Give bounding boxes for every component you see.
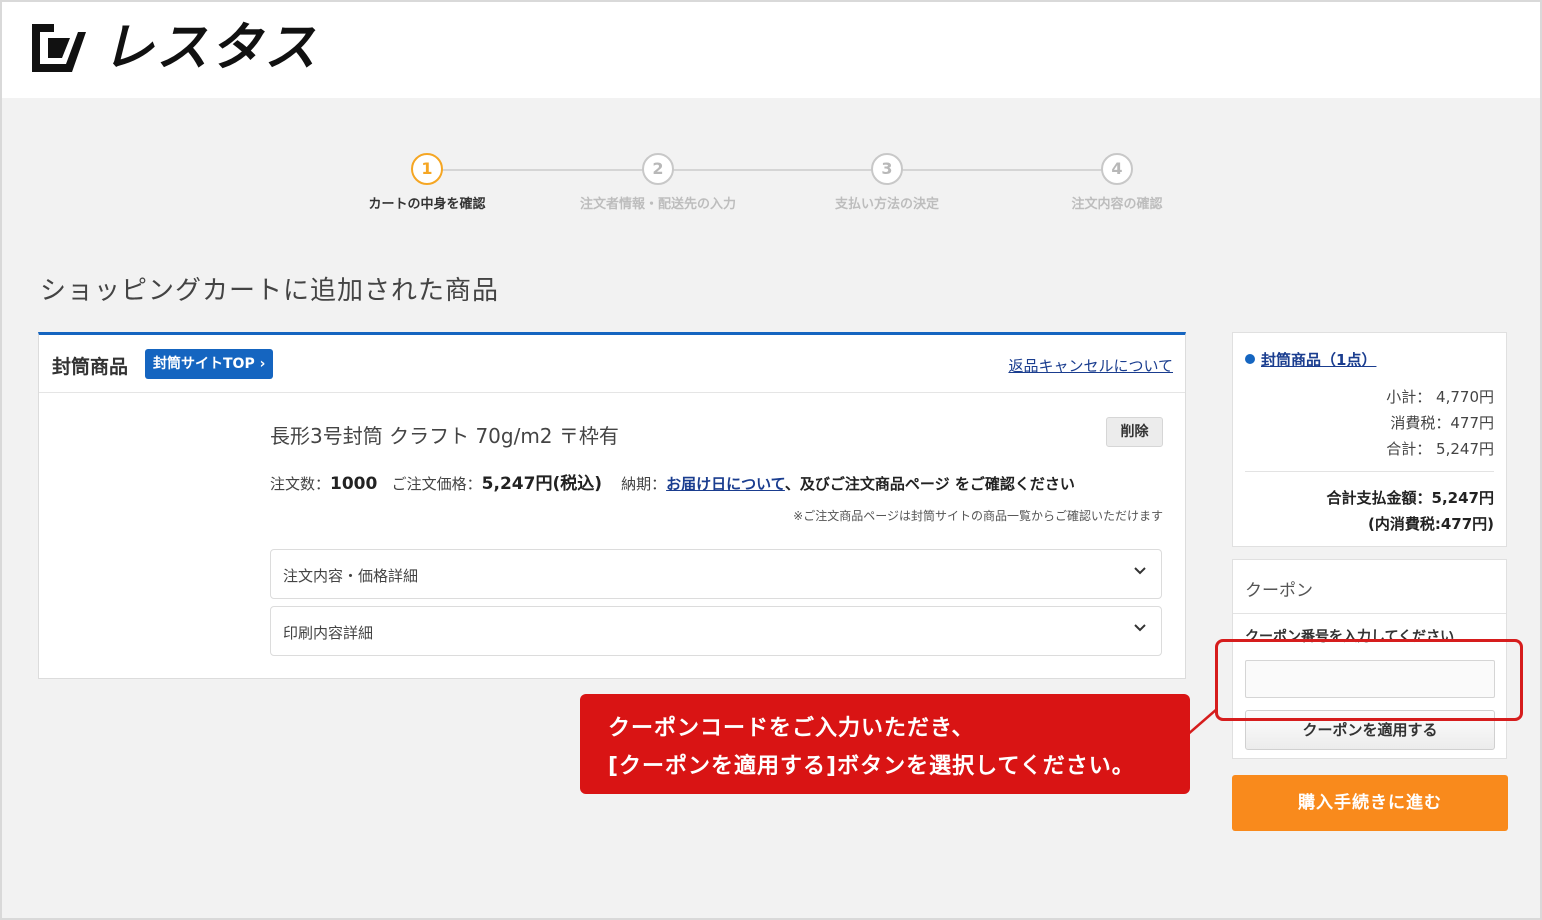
cart-panel: 封筒商品 封筒サイトTOP › 返品キャンセルについて 長形3号封筒 クラフト … bbox=[38, 332, 1186, 679]
step-label: 注文者情報・配送先の入力 bbox=[579, 197, 736, 212]
site-top-label: 封筒サイトTOP bbox=[153, 356, 255, 372]
tax: 消費税：477円 bbox=[1390, 414, 1494, 432]
brand-name: レスタス bbox=[102, 18, 319, 78]
step-connector-line bbox=[432, 169, 1112, 171]
step-2: 2 注文者情報・配送先の入力 bbox=[568, 150, 748, 212]
grand-total: 合計支払金額：5,247円 bbox=[1326, 489, 1494, 507]
delete-button[interactable]: 削除 bbox=[1106, 417, 1163, 447]
accordion-print-detail[interactable]: 印刷内容詳細 bbox=[270, 606, 1162, 656]
callout-connector bbox=[1187, 708, 1218, 736]
subtotal: 小計： 4,770円 bbox=[1386, 388, 1494, 406]
summary-divider bbox=[1245, 471, 1494, 472]
logo-mark-icon bbox=[32, 24, 86, 72]
summary-title-link[interactable]: 封筒商品（1点） bbox=[1245, 349, 1376, 370]
site-header: レスタス bbox=[2, 2, 1540, 98]
step-3: 3 支払い方法の決定 bbox=[797, 150, 977, 212]
qty-label: 注文数： bbox=[270, 475, 331, 493]
price-label: ご注文価格： bbox=[391, 475, 482, 493]
step-label: 注文内容の確認 bbox=[1071, 197, 1163, 212]
chevron-down-icon bbox=[1134, 624, 1146, 632]
step-4: 4 注文内容の確認 bbox=[1027, 150, 1207, 212]
coupon-highlight-frame bbox=[1215, 639, 1523, 721]
delivery-label: 納期： bbox=[621, 475, 667, 493]
accordion-price-detail[interactable]: 注文内容・価格詳細 bbox=[270, 549, 1162, 599]
product-name: 長形3号封筒 クラフト 70g/m2 〒枠有 bbox=[270, 424, 619, 448]
price-value: 5,247円(税込) bbox=[481, 474, 602, 494]
site-top-button[interactable]: 封筒サイトTOP › bbox=[145, 349, 274, 379]
step-number: 4 bbox=[1101, 153, 1133, 185]
delivery-date-link[interactable]: お届け日について bbox=[666, 475, 785, 493]
grand-tax: (内消費税:477円) bbox=[1367, 515, 1494, 533]
step-label: 支払い方法の決定 bbox=[834, 197, 939, 212]
step-number: 3 bbox=[871, 153, 903, 185]
cart-category-header: 封筒商品 封筒サイトTOP › 返品キャンセルについて bbox=[39, 335, 1185, 393]
coupon-divider bbox=[1233, 613, 1506, 614]
checkout-steps: 1 カートの中身を確認 2 注文者情報・配送先の入力 3 支払い方法の決定 4 … bbox=[342, 150, 1202, 220]
instruction-callout: クーポンコードをご入力いただき、 [クーポンを適用する]ボタンを選択してください… bbox=[580, 694, 1190, 794]
return-cancel-link[interactable]: 返品キャンセルについて bbox=[1008, 355, 1173, 376]
order-info: 注文数：1000 ご注文価格：5,247円(税込) 納期：お届け日について、及び… bbox=[270, 469, 1075, 494]
step-number: 1 bbox=[411, 153, 443, 185]
order-summary: 封筒商品（1点） 小計： 4,770円 消費税：477円 合計： 5,247円 … bbox=[1232, 332, 1507, 547]
coupon-title: クーポン bbox=[1245, 581, 1313, 601]
qty-value: 1000 bbox=[330, 474, 378, 494]
chevron-down-icon bbox=[1134, 567, 1146, 575]
page-title: ショッピングカートに追加された商品 bbox=[40, 276, 500, 306]
proceed-checkout-button[interactable]: 購入手続きに進む bbox=[1232, 775, 1508, 831]
step-number: 2 bbox=[642, 153, 674, 185]
accordion-label: 印刷内容詳細 bbox=[283, 624, 374, 642]
callout-line-2: [クーポンを適用する]ボタンを選択してください。 bbox=[608, 754, 1135, 779]
delivery-tail: 、及びご注文商品ページ をご確認ください bbox=[784, 475, 1075, 493]
category-title: 封筒商品 bbox=[52, 356, 129, 378]
accordion-label: 注文内容・価格詳細 bbox=[283, 567, 419, 585]
page-frame: レスタス 1 カートの中身を確認 2 注文者情報・配送先の入力 3 支払い方法の… bbox=[0, 0, 1542, 920]
chevron-right-icon: › bbox=[259, 356, 266, 372]
bullet-icon bbox=[1245, 354, 1255, 364]
step-label: カートの中身を確認 bbox=[368, 197, 486, 212]
brand-logo[interactable]: レスタス bbox=[26, 20, 318, 76]
total: 合計： 5,247円 bbox=[1386, 440, 1494, 458]
product-note: ※ご注文商品ページは封筒サイトの商品一覧からご確認いただけます bbox=[793, 509, 1163, 523]
callout-line-1: クーポンコードをご入力いただき、 bbox=[608, 716, 975, 741]
step-1: 1 カートの中身を確認 bbox=[337, 150, 517, 212]
summary-title: 封筒商品（1点） bbox=[1261, 351, 1377, 369]
